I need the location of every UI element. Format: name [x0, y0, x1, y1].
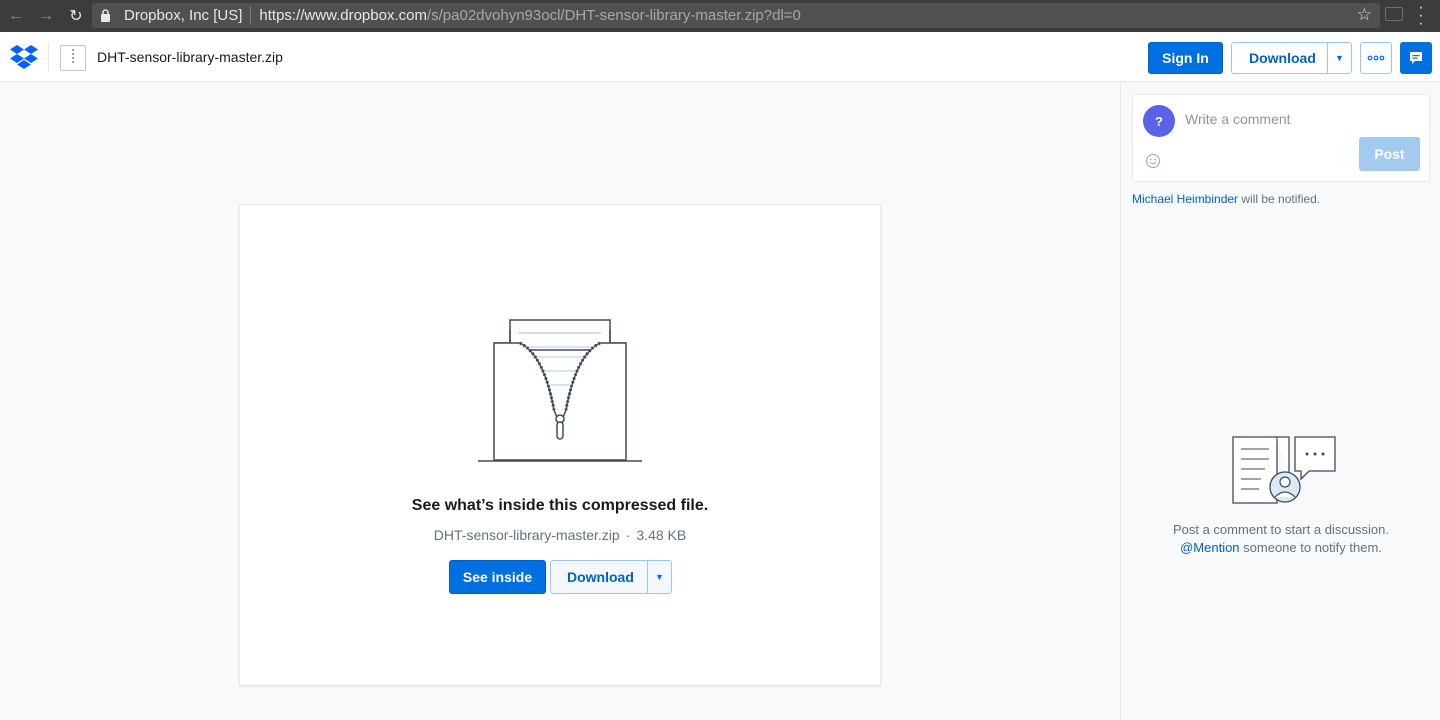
empty-comments-message: Post a comment to start a discussion. @M… [1121, 521, 1440, 557]
url-text: https://www.dropbox.com/s/pa02dvohyn93oc… [259, 7, 801, 24]
meta-separator: · [625, 527, 631, 543]
mention-link: @Mention [1180, 540, 1240, 555]
file-preview-card: See what’s inside this compressed file. … [239, 204, 881, 686]
site-identity: Dropbox, Inc [US] [120, 6, 252, 25]
preview-download-button[interactable]: Download ▼ [550, 560, 672, 594]
header-download-button[interactable]: Download ▼ [1231, 42, 1352, 74]
notify-user-link[interactable]: Michael Heimbinder [1132, 192, 1238, 206]
ellipsis-icon[interactable] [1360, 42, 1392, 74]
forward-icon[interactable]: → [32, 2, 60, 30]
preview-file-name: DHT-sensor-library-master.zip [433, 527, 620, 543]
header-file-name: DHT-sensor-library-master.zip [97, 49, 283, 65]
comments-sidebar: ? Post Michael Heimbinder will be notifi… [1120, 83, 1440, 720]
header-divider [48, 42, 49, 72]
lock-icon [100, 9, 120, 22]
back-icon[interactable]: ← [2, 2, 30, 30]
browser-menu-icon[interactable]: · · · [1414, 0, 1428, 32]
app-header: DHT-sensor-library-master.zip Sign In Do… [0, 32, 1440, 82]
header-download-label: Download [1249, 50, 1316, 66]
address-bar[interactable]: Dropbox, Inc [US] https://www.dropbox.co… [92, 3, 1380, 28]
browser-toolbar: ← → ↻ Dropbox, Inc [US] https://www.drop… [0, 0, 1440, 32]
file-meta: DHT-sensor-library-master.zip · 3.48 KB [240, 527, 880, 543]
see-inside-button[interactable]: See inside [449, 560, 546, 594]
reload-icon[interactable]: ↻ [62, 2, 90, 30]
comment-input[interactable] [1185, 111, 1405, 127]
zip-file-icon [60, 45, 86, 71]
file-size: 3.48 KB [636, 527, 687, 543]
zip-file-illustration [478, 319, 642, 462]
notify-text: Michael Heimbinder will be notified. [1132, 192, 1321, 206]
empty-line-2: @Mention someone to notify them. [1180, 540, 1382, 555]
discussion-illustration [1232, 436, 1336, 504]
post-button[interactable]: Post [1359, 137, 1420, 171]
bookmark-star-icon[interactable]: ☆ [1357, 5, 1372, 25]
chevron-down-icon[interactable]: ▼ [1327, 43, 1351, 73]
dropbox-logo-icon[interactable] [10, 44, 38, 70]
avatar: ? [1143, 105, 1175, 137]
chevron-down-icon[interactable]: ▼ [647, 561, 671, 593]
preview-download-label: Download [567, 569, 634, 585]
sign-in-button[interactable]: Sign In [1148, 42, 1223, 74]
preview-title: See what’s inside this compressed file. [411, 497, 709, 514]
emoji-icon[interactable] [1145, 153, 1161, 169]
empty-line-1: Post a comment to start a discussion. [1172, 522, 1390, 537]
comment-icon[interactable] [1400, 42, 1432, 74]
comment-composer: ? Post [1132, 94, 1430, 182]
cast-icon[interactable] [1385, 7, 1403, 21]
